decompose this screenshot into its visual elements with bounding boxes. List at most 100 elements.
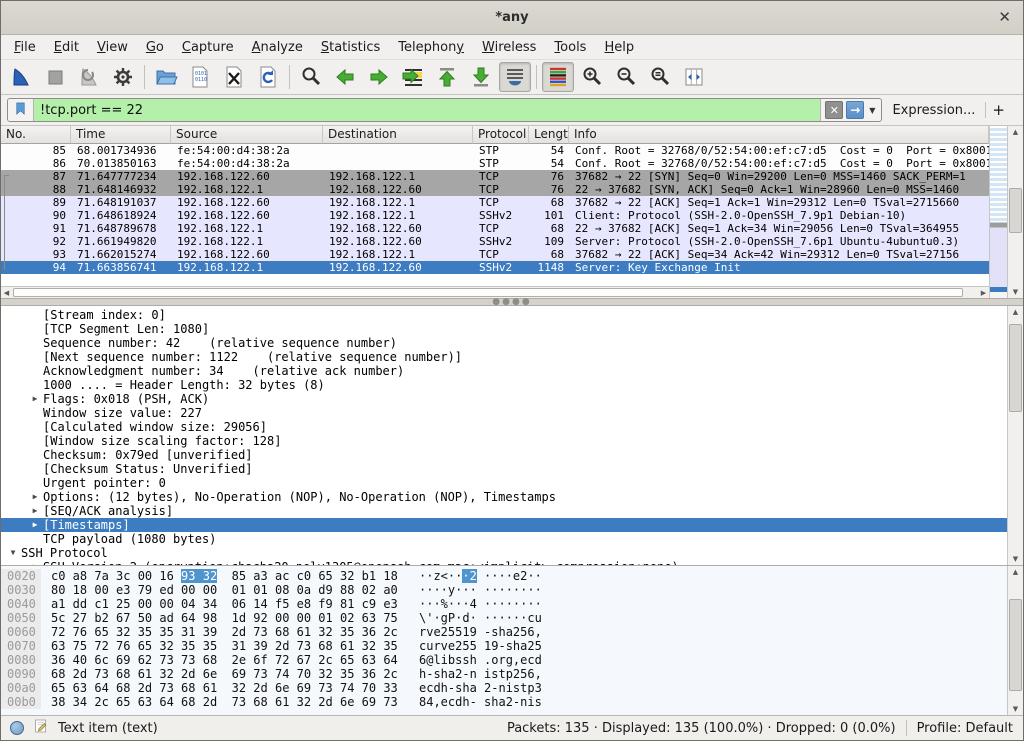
detail-line[interactable]: Sequence number: 42 (relative sequence n… bbox=[1, 336, 1007, 350]
column-header-source[interactable]: Source bbox=[171, 126, 323, 144]
reload-file-button[interactable] bbox=[252, 62, 284, 92]
scroll-down-icon[interactable]: ▼ bbox=[1008, 288, 1023, 296]
collapsed-arrow-icon[interactable]: ▶ bbox=[27, 490, 43, 504]
hex-row-0040[interactable]: 0040a1 dd c1 25 00 00 04 34 06 14 f5 e8 … bbox=[1, 597, 1007, 611]
save-file-button[interactable]: 01010110 bbox=[184, 62, 216, 92]
packet-row-91[interactable]: 9171.648789678192.168.122.1192.168.122.6… bbox=[1, 222, 989, 235]
packet-row-88[interactable]: 8871.648146932192.168.122.1192.168.122.6… bbox=[1, 183, 989, 196]
packet-row-86[interactable]: 8670.013850163fe:54:00:d4:38:2aSTP54Conf… bbox=[1, 157, 989, 170]
menu-go[interactable]: Go bbox=[137, 37, 173, 58]
resize-columns-button[interactable] bbox=[678, 62, 710, 92]
profile-label[interactable]: Profile: Default bbox=[917, 721, 1013, 736]
vscrollbar-thumb[interactable] bbox=[1009, 599, 1022, 691]
start-capture-button[interactable] bbox=[5, 62, 37, 92]
expanded-arrow-icon[interactable]: ▼ bbox=[5, 546, 21, 560]
detail-line[interactable]: 1000 .... = Header Length: 32 bytes (8) bbox=[1, 378, 1007, 392]
menu-view[interactable]: View bbox=[88, 37, 137, 58]
add-filter-button[interactable]: + bbox=[992, 101, 1005, 119]
restart-capture-button[interactable] bbox=[73, 62, 105, 92]
expression-button[interactable]: Expression... bbox=[892, 103, 975, 118]
bytes-vscrollbar[interactable]: ▲ ▼ bbox=[1007, 566, 1023, 715]
expert-info-icon[interactable] bbox=[10, 721, 24, 735]
collapsed-arrow-icon[interactable]: ▶ bbox=[27, 518, 43, 532]
packet-row-85[interactable]: 8568.001734936fe:54:00:d4:38:2aSTP54Conf… bbox=[1, 144, 989, 157]
packet-list-header[interactable]: No.TimeSourceDestinationProtocolLengthIn… bbox=[1, 126, 989, 144]
column-header-protocol[interactable]: Protocol bbox=[473, 126, 529, 144]
hex-row-00a0[interactable]: 00a065 63 64 68 2d 73 68 61 32 2d 6e 69 … bbox=[1, 681, 1007, 695]
hex-row-00b0[interactable]: 00b038 34 2c 65 63 64 68 2d 73 68 61 32 … bbox=[1, 695, 1007, 709]
detail-line[interactable]: ▶[SEQ/ACK analysis] bbox=[1, 504, 1007, 518]
menu-analyze[interactable]: Analyze bbox=[243, 37, 312, 58]
menu-telephony[interactable]: Telephony bbox=[389, 37, 473, 58]
zoom-out-button[interactable] bbox=[610, 62, 642, 92]
column-header-length[interactable]: Length bbox=[529, 126, 569, 144]
detail-line[interactable]: [Checksum Status: Unverified] bbox=[1, 462, 1007, 476]
menu-help[interactable]: Help bbox=[595, 37, 643, 58]
packet-row-93[interactable]: 9371.662015274192.168.122.60192.168.122.… bbox=[1, 248, 989, 261]
capture-options-button[interactable] bbox=[107, 62, 139, 92]
hex-row-0070[interactable]: 007063 75 72 76 65 32 35 35 31 39 2d 73 … bbox=[1, 639, 1007, 653]
detail-line[interactable]: [Calculated window size: 29056] bbox=[1, 420, 1007, 434]
stop-capture-button[interactable] bbox=[39, 62, 71, 92]
detail-line[interactable]: Window size value: 227 bbox=[1, 406, 1007, 420]
menu-capture[interactable]: Capture bbox=[173, 37, 243, 58]
menu-statistics[interactable]: Statistics bbox=[312, 37, 389, 58]
title-bar[interactable]: *any ✕ bbox=[1, 1, 1023, 35]
menu-file[interactable]: File bbox=[5, 37, 45, 58]
filter-bookmark-button[interactable] bbox=[8, 99, 34, 121]
detail-line[interactable]: [TCP Segment Len: 1080] bbox=[1, 322, 1007, 336]
hex-row-0050[interactable]: 00505c 27 b2 67 50 ad 64 98 1d 92 00 00 … bbox=[1, 611, 1007, 625]
menu-edit[interactable]: Edit bbox=[45, 37, 88, 58]
zoom-100-button[interactable] bbox=[644, 62, 676, 92]
intelligent-scrollbar-minimap[interactable] bbox=[989, 126, 1007, 298]
collapsed-arrow-icon[interactable]: ▶ bbox=[27, 392, 43, 406]
scroll-right-icon[interactable]: ▶ bbox=[978, 289, 989, 297]
scroll-down-icon[interactable]: ▼ bbox=[1008, 705, 1023, 713]
close-file-button[interactable] bbox=[218, 62, 250, 92]
detail-line[interactable]: Acknowledgment number: 34 (relative ack … bbox=[1, 364, 1007, 378]
packet-row-87[interactable]: 8771.647777234192.168.122.60192.168.122.… bbox=[1, 170, 989, 183]
packet-row-89[interactable]: 8971.648191037192.168.122.60192.168.122.… bbox=[1, 196, 989, 209]
packet-list-vscrollbar[interactable]: ▲ ▼ bbox=[1007, 126, 1023, 298]
zoom-in-button[interactable] bbox=[576, 62, 608, 92]
detail-line[interactable]: Urgent pointer: 0 bbox=[1, 476, 1007, 490]
packet-list-hscrollbar[interactable]: ◀ ▶ bbox=[1, 286, 989, 298]
collapsed-arrow-icon[interactable]: ▶ bbox=[27, 504, 43, 518]
scroll-up-icon[interactable]: ▲ bbox=[1008, 308, 1023, 316]
scroll-up-icon[interactable]: ▲ bbox=[1008, 128, 1023, 136]
go-first-button[interactable] bbox=[431, 62, 463, 92]
hex-row-0060[interactable]: 006072 76 65 32 35 35 31 39 2d 73 68 61 … bbox=[1, 625, 1007, 639]
detail-line[interactable]: ▼SSH Protocol bbox=[1, 546, 1007, 560]
column-header-info[interactable]: Info bbox=[569, 126, 989, 144]
hex-row-0030[interactable]: 003080 18 00 e3 79 ed 00 00 01 01 08 0a … bbox=[1, 583, 1007, 597]
scroll-up-icon[interactable]: ▲ bbox=[1008, 568, 1023, 576]
scroll-down-icon[interactable]: ▼ bbox=[1008, 555, 1023, 563]
colorize-button[interactable] bbox=[542, 62, 574, 92]
hex-row-0020[interactable]: 0020c0 a8 7a 3c 00 16 93 32 85 a3 ac c0 … bbox=[1, 569, 1007, 583]
detail-line[interactable]: [Stream index: 0] bbox=[1, 308, 1007, 322]
hscrollbar-thumb[interactable] bbox=[13, 288, 963, 297]
open-file-button[interactable] bbox=[150, 62, 182, 92]
column-header-time[interactable]: Time bbox=[71, 126, 171, 144]
column-header-destination[interactable]: Destination bbox=[323, 126, 473, 144]
detail-line[interactable]: TCP payload (1080 bytes) bbox=[1, 532, 1007, 546]
vscrollbar-thumb[interactable] bbox=[1009, 188, 1022, 233]
filter-clear-button[interactable]: ✕ bbox=[825, 101, 843, 119]
detail-line[interactable]: [Window size scaling factor: 128] bbox=[1, 434, 1007, 448]
detail-line[interactable]: [Next sequence number: 1122 (relative se… bbox=[1, 350, 1007, 364]
go-forward-button[interactable] bbox=[363, 62, 395, 92]
column-header-no[interactable]: No. bbox=[1, 126, 71, 144]
filter-apply-button[interactable]: → bbox=[846, 101, 864, 119]
scroll-left-icon[interactable]: ◀ bbox=[1, 289, 12, 297]
filter-history-caret-icon[interactable]: ▼ bbox=[867, 106, 877, 115]
go-last-button[interactable] bbox=[465, 62, 497, 92]
details-vscrollbar[interactable]: ▲ ▼ bbox=[1007, 306, 1023, 565]
hex-row-0090[interactable]: 009068 2d 73 68 61 32 2d 6e 69 73 74 70 … bbox=[1, 667, 1007, 681]
go-back-button[interactable] bbox=[329, 62, 361, 92]
packet-row-92[interactable]: 9271.661949820192.168.122.1192.168.122.6… bbox=[1, 235, 989, 248]
detail-line[interactable]: Checksum: 0x79ed [unverified] bbox=[1, 448, 1007, 462]
close-icon[interactable]: ✕ bbox=[998, 8, 1011, 26]
auto-scroll-button[interactable] bbox=[499, 62, 531, 92]
menu-wireless[interactable]: Wireless bbox=[473, 37, 545, 58]
packet-row-94[interactable]: 9471.663856741192.168.122.1192.168.122.6… bbox=[1, 261, 989, 274]
